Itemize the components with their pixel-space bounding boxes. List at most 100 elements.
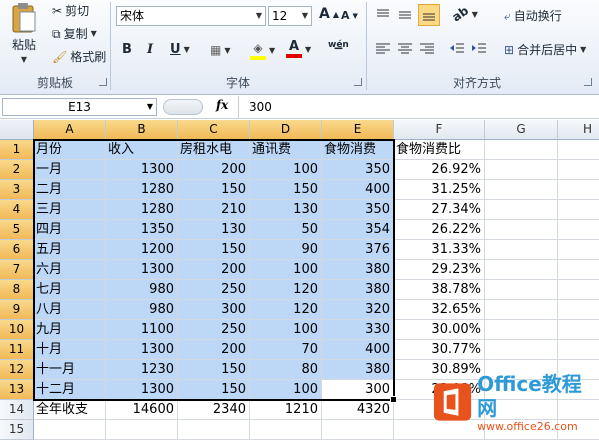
merge-dropdown-icon[interactable]: ▼: [580, 45, 586, 54]
cell-b3[interactable]: 1280: [106, 180, 178, 200]
cell-a13[interactable]: 十二月: [34, 380, 106, 400]
cell-c15[interactable]: [178, 420, 250, 440]
cell-a15[interactable]: [34, 420, 106, 440]
cell-b7[interactable]: 1300: [106, 260, 178, 280]
cell-a3[interactable]: 二月: [34, 180, 106, 200]
cell-f3[interactable]: 31.25%: [394, 180, 485, 200]
cell-g4[interactable]: [485, 200, 558, 220]
align-bottom-button[interactable]: [418, 4, 440, 26]
cell-g7[interactable]: [485, 260, 558, 280]
cell-a2[interactable]: 一月: [34, 160, 106, 180]
column-header-c[interactable]: C: [178, 120, 250, 140]
row-header-4[interactable]: 4: [0, 200, 34, 220]
cell-c5[interactable]: 130: [178, 220, 250, 240]
cell-f2[interactable]: 26.92%: [394, 160, 485, 180]
cell-b2[interactable]: 1300: [106, 160, 178, 180]
copy-button[interactable]: ⧉ 复制 ▼: [52, 25, 97, 42]
bold-button[interactable]: B: [122, 42, 132, 57]
cell-g9[interactable]: [485, 300, 558, 320]
cell-f7[interactable]: 29.23%: [394, 260, 485, 280]
cell-b10[interactable]: 1100: [106, 320, 178, 340]
cell-d11[interactable]: 70: [250, 340, 322, 360]
phonetic-button[interactable]: wén ▔: [328, 40, 349, 60]
cell-a7[interactable]: 六月: [34, 260, 106, 280]
row-header-6[interactable]: 6: [0, 240, 34, 260]
cell-h6[interactable]: [558, 240, 599, 260]
cell-b13[interactable]: 1300: [106, 380, 178, 400]
align-right-button[interactable]: [418, 40, 436, 58]
underline-dropdown-icon[interactable]: ▼: [184, 45, 190, 54]
cell-g10[interactable]: [485, 320, 558, 340]
fill-color-dropdown-icon[interactable]: ▼: [269, 46, 275, 55]
cell-e7[interactable]: 380: [322, 260, 394, 280]
cell-e11[interactable]: 400: [322, 340, 394, 360]
cell-f11[interactable]: 30.77%: [394, 340, 485, 360]
cell-c8[interactable]: 250: [178, 280, 250, 300]
cell-c3[interactable]: 150: [178, 180, 250, 200]
cell-e2[interactable]: 350: [322, 160, 394, 180]
cell-b14[interactable]: 14600: [106, 400, 178, 420]
cell-c14[interactable]: 2340: [178, 400, 250, 420]
cell-e8[interactable]: 380: [322, 280, 394, 300]
italic-button[interactable]: I: [147, 42, 153, 57]
cell-a14[interactable]: 全年收支: [34, 400, 106, 420]
row-header-1[interactable]: 1: [0, 140, 34, 160]
cell-f1[interactable]: 食物消费比: [394, 140, 485, 160]
cell-e1[interactable]: 食物消费: [322, 140, 394, 160]
cell-e5[interactable]: 354: [322, 220, 394, 240]
align-top-button[interactable]: [374, 6, 392, 24]
cell-b15[interactable]: [106, 420, 178, 440]
cell-c11[interactable]: 200: [178, 340, 250, 360]
cell-c1[interactable]: 房租水电: [178, 140, 250, 160]
select-all-corner[interactable]: [0, 120, 34, 140]
cell-e6[interactable]: 376: [322, 240, 394, 260]
font-size-combo[interactable]: 12 ▼: [268, 6, 312, 26]
column-header-a[interactable]: A: [34, 120, 106, 140]
cell-g2[interactable]: [485, 160, 558, 180]
clipboard-launcher-icon[interactable]: [99, 78, 107, 86]
increase-indent-button[interactable]: [470, 40, 488, 58]
cell-b4[interactable]: 1280: [106, 200, 178, 220]
cell-d7[interactable]: 100: [250, 260, 322, 280]
cell-f4[interactable]: 27.34%: [394, 200, 485, 220]
cell-h10[interactable]: [558, 320, 599, 340]
cell-a8[interactable]: 七月: [34, 280, 106, 300]
column-header-b[interactable]: B: [106, 120, 178, 140]
formula-input[interactable]: 300: [238, 96, 599, 118]
cell-f10[interactable]: 30.00%: [394, 320, 485, 340]
column-header-e[interactable]: E: [322, 120, 394, 140]
cell-b12[interactable]: 1230: [106, 360, 178, 380]
cell-f6[interactable]: 31.33%: [394, 240, 485, 260]
row-header-15[interactable]: 15: [0, 420, 34, 440]
wrap-text-button[interactable]: ⤶ 自动换行: [504, 7, 562, 24]
cell-b11[interactable]: 1300: [106, 340, 178, 360]
borders-dropdown-icon[interactable]: ▼: [224, 46, 230, 55]
cell-e4[interactable]: 350: [322, 200, 394, 220]
grow-font-button[interactable]: A ▲: [319, 6, 339, 22]
cell-e12[interactable]: 380: [322, 360, 394, 380]
cell-g6[interactable]: [485, 240, 558, 260]
cell-h4[interactable]: [558, 200, 599, 220]
cell-a5[interactable]: 四月: [34, 220, 106, 240]
cell-c9[interactable]: 300: [178, 300, 250, 320]
font-name-combo[interactable]: 宋体 ▼: [116, 6, 266, 26]
cell-h3[interactable]: [558, 180, 599, 200]
row-header-2[interactable]: 2: [0, 160, 34, 180]
chevron-down-icon[interactable]: ▼: [147, 99, 153, 115]
cell-d14[interactable]: 1210: [250, 400, 322, 420]
paste-dropdown-icon[interactable]: ▼: [21, 55, 27, 64]
cell-b5[interactable]: 1350: [106, 220, 178, 240]
cell-c2[interactable]: 200: [178, 160, 250, 180]
cell-e14[interactable]: 4320: [322, 400, 394, 420]
cell-d12[interactable]: 80: [250, 360, 322, 380]
row-header-5[interactable]: 5: [0, 220, 34, 240]
chevron-down-icon[interactable]: ▼: [256, 7, 262, 25]
cell-a1[interactable]: 月份: [34, 140, 106, 160]
chevron-down-icon[interactable]: ▼: [302, 7, 308, 25]
cell-c12[interactable]: 150: [178, 360, 250, 380]
cell-e10[interactable]: 330: [322, 320, 394, 340]
column-header-f[interactable]: F: [394, 120, 485, 140]
fill-color-button[interactable]: ◈ ▼: [250, 40, 275, 60]
orientation-button[interactable]: ab ▼: [449, 3, 477, 24]
cell-a10[interactable]: 九月: [34, 320, 106, 340]
